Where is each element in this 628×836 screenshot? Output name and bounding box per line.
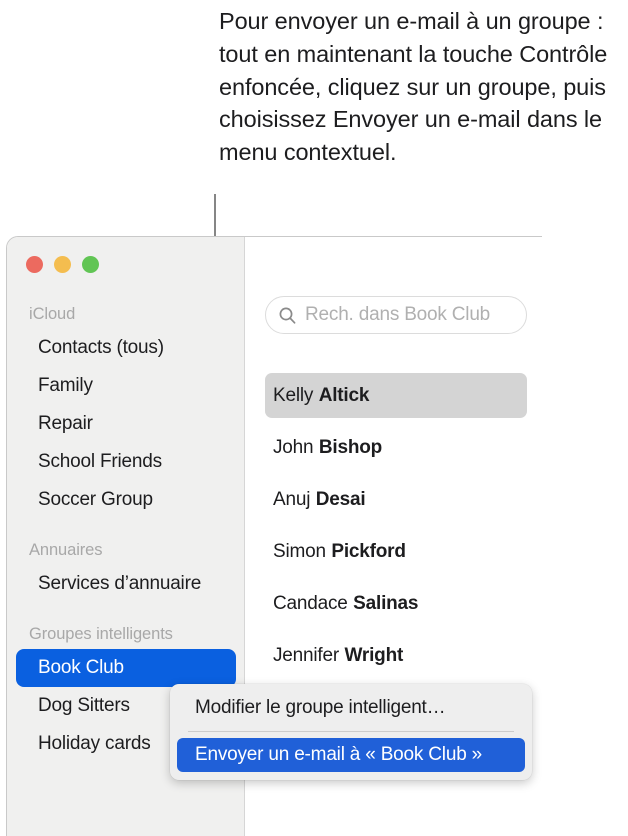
- contact-first-name: Simon: [273, 540, 326, 562]
- sidebar-item-soccer-group[interactable]: Soccer Group: [16, 481, 236, 519]
- contact-last-name: Salinas: [353, 592, 419, 614]
- contact-row[interactable]: John Bishop: [265, 425, 527, 470]
- contact-first-name: Anuj: [273, 488, 311, 510]
- close-button[interactable]: [26, 256, 43, 273]
- contact-row[interactable]: Simon Pickford: [265, 529, 527, 574]
- contact-first-name: Jennifer: [273, 644, 339, 666]
- contact-first-name: Kelly: [273, 384, 314, 406]
- sidebar-section-header-annuaires: Annuaires: [29, 541, 103, 559]
- menu-item-send-email-to-group[interactable]: Envoyer un e-mail à « Book Club »: [177, 738, 525, 772]
- context-menu: Modifier le groupe intelligent… Envoyer …: [170, 684, 532, 780]
- contact-last-name: Altick: [318, 384, 370, 406]
- menu-separator: [188, 731, 514, 732]
- contact-list: Kelly Altick John Bishop Anuj Desai Simo…: [265, 373, 527, 685]
- search-input[interactable]: Rech. dans Book Club: [265, 296, 527, 334]
- window-controls: [26, 256, 99, 273]
- contact-row[interactable]: Jennifer Wright: [265, 633, 527, 678]
- sidebar-item-family[interactable]: Family: [16, 367, 236, 405]
- sidebar-item-contacts-all[interactable]: Contacts (tous): [16, 329, 236, 367]
- contact-row[interactable]: Kelly Altick: [265, 373, 527, 418]
- search-placeholder: Rech. dans Book Club: [305, 304, 491, 325]
- search-icon: [279, 307, 296, 324]
- contact-last-name: Desai: [315, 488, 366, 510]
- sidebar-section-header-icloud: iCloud: [29, 305, 76, 323]
- sidebar-item-school-friends[interactable]: School Friends: [16, 443, 236, 481]
- contact-first-name: John: [273, 436, 314, 458]
- minimize-button[interactable]: [54, 256, 71, 273]
- contact-last-name: Wright: [344, 644, 404, 666]
- sidebar-item-repair[interactable]: Repair: [16, 405, 236, 443]
- zoom-button[interactable]: [82, 256, 99, 273]
- contact-first-name: Candace: [273, 592, 348, 614]
- contact-last-name: Bishop: [318, 436, 383, 458]
- instruction-caption: Pour envoyer un e-mail à un groupe : tou…: [219, 8, 608, 166]
- sidebar-item-book-club[interactable]: Book Club: [16, 649, 236, 687]
- contact-last-name: Pickford: [331, 540, 406, 562]
- contact-row[interactable]: Anuj Desai: [265, 477, 527, 522]
- sidebar-item-services-annuaire[interactable]: Services d’annuaire: [16, 565, 236, 603]
- sidebar-section-header-groupes-intelligents: Groupes intelligents: [29, 625, 173, 643]
- menu-item-edit-smart-group[interactable]: Modifier le groupe intelligent…: [177, 691, 525, 725]
- contact-row[interactable]: Candace Salinas: [265, 581, 527, 626]
